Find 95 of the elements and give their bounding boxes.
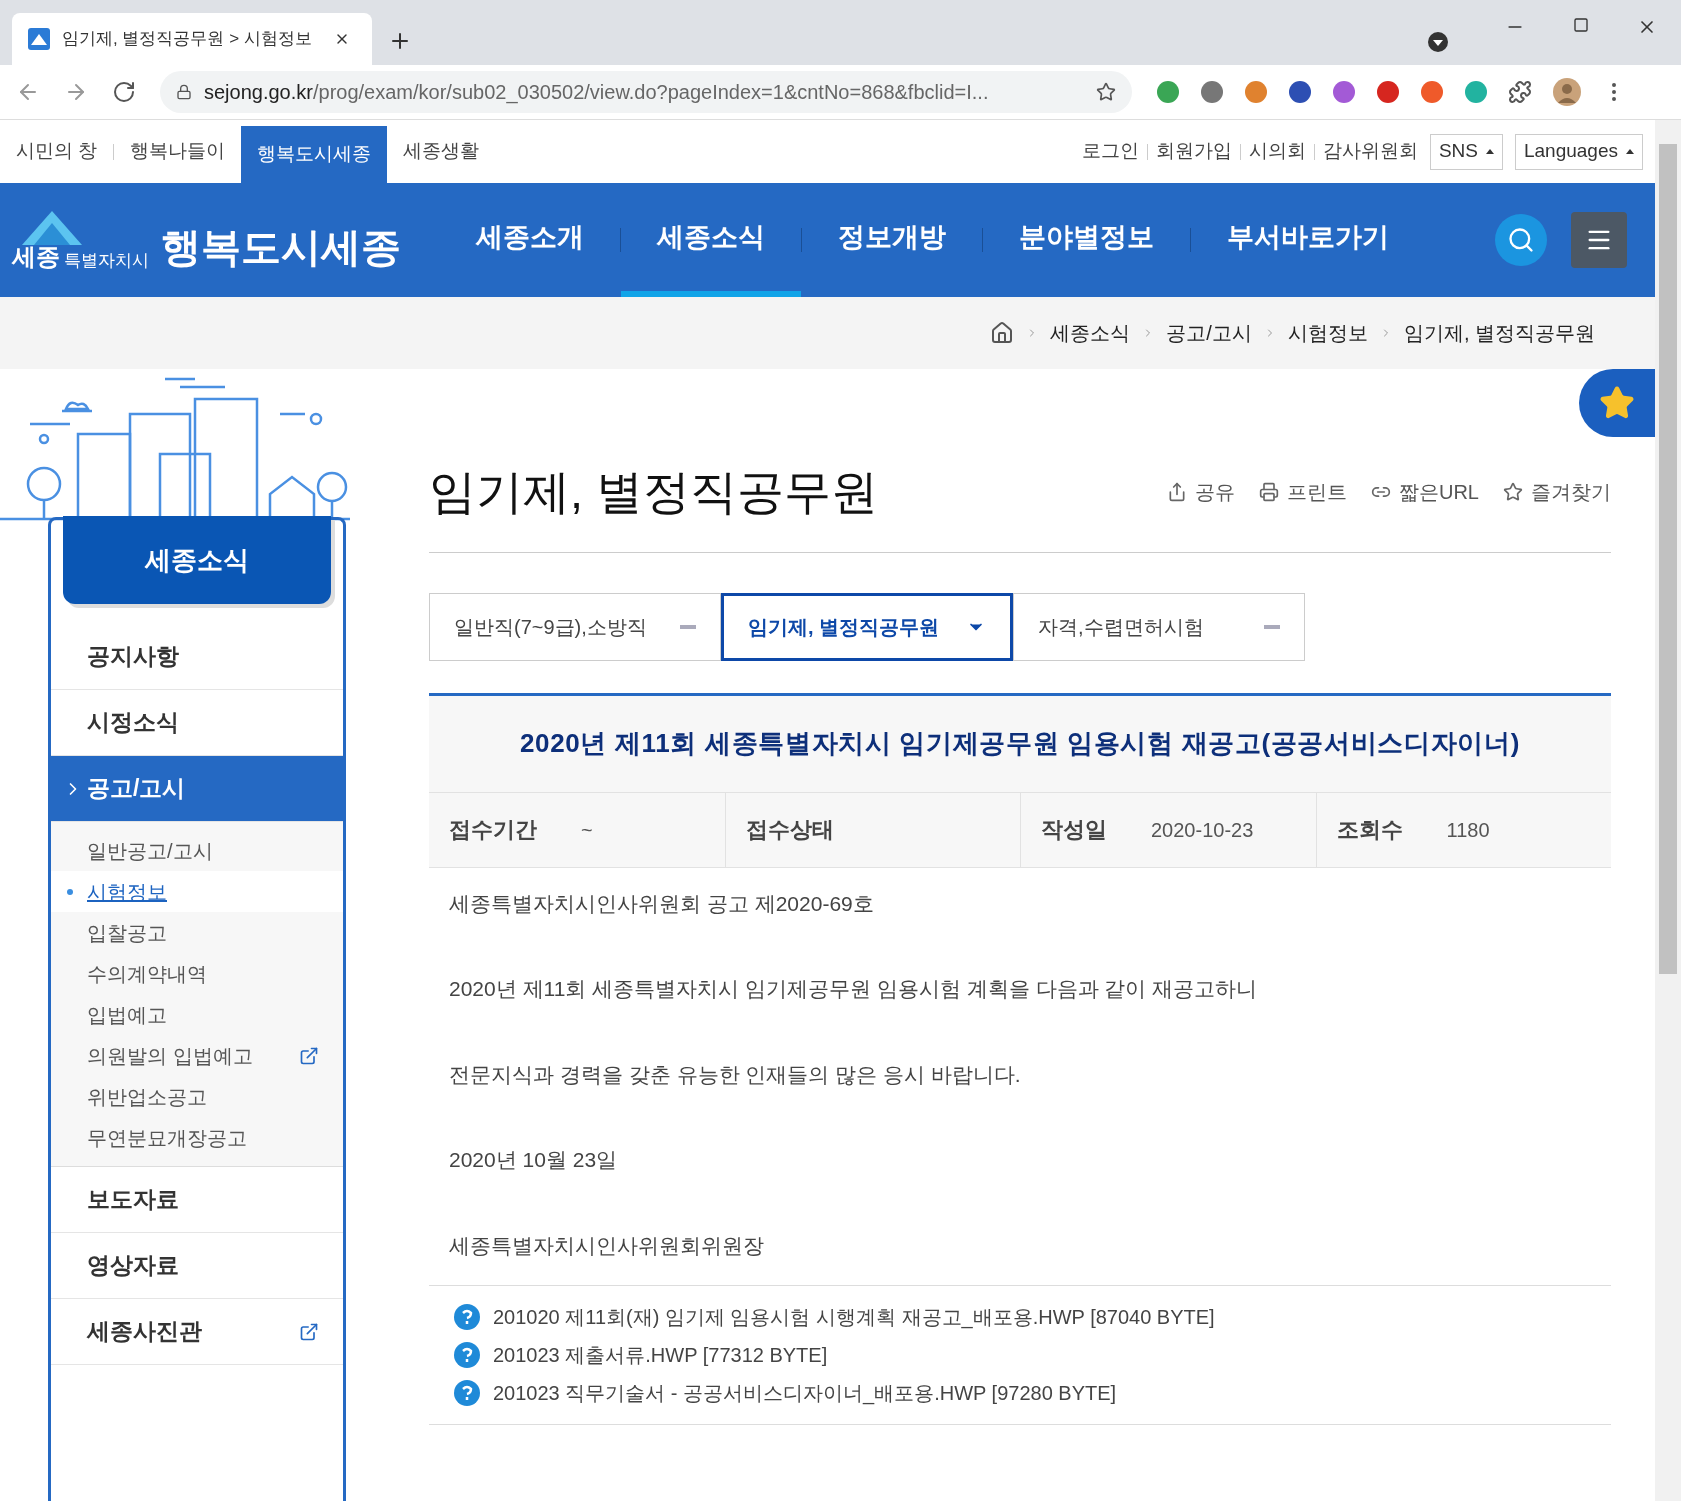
utility-link[interactable]: 감사위원회: [1322, 137, 1418, 166]
logo-text: 세종: [12, 245, 60, 269]
meta-value: ~: [581, 817, 593, 843]
attachment-link[interactable]: 201023 직무기술서 - 공공서비스디자이너_배포용.HWP [97280 BYTE]: [453, 1378, 1587, 1408]
site-name: 행복도시세종: [161, 227, 401, 267]
extension-icon[interactable]: [1376, 80, 1400, 104]
tab-title: 임기제, 별정직공무원 > 시험정보: [62, 28, 313, 51]
top-link[interactable]: 시민의 창: [0, 137, 114, 166]
page-tool-link[interactable]: 즐겨찾기: [1503, 477, 1611, 508]
meta-label: 조회수: [1336, 816, 1403, 844]
sidebar-subitem[interactable]: 입찰공고: [51, 912, 343, 953]
address-field[interactable]: sejong.go.kr/prog/exam/kor/sub02_030502/view.do?pageIndex=1&cntNo=868&fbclid=I...: [160, 71, 1132, 113]
category-tab[interactable]: 일반직(7~9급),소방직: [429, 592, 721, 661]
utility-link[interactable]: 시의회: [1248, 137, 1306, 166]
sidebar-subitem[interactable]: 무연분묘개장공고: [51, 1117, 343, 1158]
top-link[interactable]: 세종생활: [387, 137, 496, 166]
sidebar-subitem[interactable]: 일반공고/고시: [51, 830, 343, 871]
category-tab[interactable]: 자격,수렵면허시험: [1013, 592, 1305, 661]
breadcrumb-link[interactable]: 공고/고시: [1166, 318, 1252, 348]
breadcrumb-link[interactable]: 임기제, 별정직공무원: [1403, 318, 1595, 348]
post-title: 2020년 제11회 세종특별자치시 임기제공무원 임용시험 재공고(공공서비스디자이너): [520, 727, 1520, 760]
sidebar-item[interactable]: 보도자료: [51, 1167, 343, 1233]
sidebar-item[interactable]: 공고/고시: [51, 756, 343, 822]
extension-icon[interactable]: [1200, 80, 1224, 104]
dropdown-button[interactable]: Languages: [1514, 133, 1643, 170]
caret-icon: [1626, 149, 1634, 154]
extension-icon[interactable]: [1332, 80, 1356, 104]
sidebar-item[interactable]: 세종사진관: [51, 1299, 343, 1365]
logo-subtext: 특별자치시: [64, 252, 149, 269]
share-icon: [1167, 482, 1187, 503]
favorite-button[interactable]: [1579, 369, 1655, 437]
extensions-icon[interactable]: [1508, 80, 1532, 104]
dropdown-button[interactable]: SNS: [1429, 133, 1503, 170]
sidebar-item[interactable]: 공지사항: [51, 624, 343, 690]
home-icon[interactable]: [990, 321, 1015, 345]
profile-menu-icon[interactable]: [1427, 31, 1449, 53]
utility-link[interactable]: 로그인: [1081, 137, 1139, 166]
body-paragraph: 2020년 제11회 세종특별자치시 임기제공무원 임용시험 계획을 다음과 같이 재공고하니: [449, 976, 1258, 1002]
attachment-link[interactable]: 201023 제출서류.HWP [77312 BYTE]: [453, 1340, 1587, 1370]
url-text: sejong.go.kr/prog/exam/kor/sub02_030502/view.do?pageIndex=1&cntNo=868&fbclid=I...: [204, 80, 990, 106]
utility-link[interactable]: 회원가입: [1155, 137, 1232, 166]
bullet-icon: [67, 888, 73, 895]
search-button[interactable]: [1495, 214, 1547, 266]
lock-icon: [176, 84, 192, 100]
extension-icon[interactable]: [1156, 80, 1180, 104]
top-link[interactable]: 행복나들이: [114, 137, 242, 166]
dash-icon: [680, 624, 696, 629]
avatar-icon[interactable]: [1552, 77, 1582, 107]
bookmark-star-icon[interactable]: [1096, 82, 1116, 102]
nav-item[interactable]: 분야별정보: [983, 183, 1190, 297]
breadcrumb-link[interactable]: 세종소식: [1050, 318, 1131, 348]
top-link[interactable]: 행복도시세종: [241, 126, 388, 183]
page-tool-link[interactable]: 짧은URL: [1371, 477, 1479, 508]
body-paragraph: 세종특별자치시인사위원회 공고 제2020-69호: [449, 890, 874, 917]
body-paragraph: 세종특별자치시인사위원회위원장: [449, 1232, 764, 1259]
body-paragraph: 2020년 10월 23일: [449, 1147, 618, 1173]
sidebar-subitem[interactable]: 시험정보: [51, 871, 343, 912]
meta-label: 작성일: [1041, 816, 1107, 844]
meta-label: 접수기간: [449, 816, 537, 844]
breadcrumb-link[interactable]: 시험정보: [1287, 318, 1368, 348]
sidebar-item[interactable]: 영상자료: [51, 1233, 343, 1299]
meta-value: 1180: [1446, 817, 1490, 843]
menu-button[interactable]: [1571, 212, 1627, 268]
star-icon: [1599, 385, 1635, 421]
extension-icon[interactable]: [1288, 80, 1312, 104]
nav-item[interactable]: 부서바로가기: [1191, 183, 1425, 297]
caret-icon: [1485, 149, 1494, 154]
maximize-icon[interactable]: [1573, 17, 1589, 33]
browser-tab[interactable]: 임기제, 별정직공무원 > 시험정보: [12, 13, 372, 65]
page-tool-link[interactable]: 프린트: [1259, 477, 1347, 508]
sidebar-subitem[interactable]: 위반업소공고: [51, 1076, 343, 1117]
sidebar-title: 세종소식: [145, 543, 249, 577]
printer-icon: [1259, 482, 1279, 503]
external-link-icon: [299, 1321, 319, 1342]
nav-item[interactable]: 정보개방: [802, 183, 982, 297]
meta-value: 2020-10-23: [1151, 817, 1254, 843]
attachment-link[interactable]: 201020 제11회(재) 임기제 임용시험 시행계획 재공고_배포용.HWP [87040 BYTE]: [453, 1302, 1587, 1332]
dash-icon: [1264, 624, 1280, 629]
meta-label: 접수상태: [745, 816, 834, 844]
sidebar-subitem[interactable]: 수의계약내역: [51, 953, 343, 994]
site-favicon-icon: [28, 28, 50, 50]
sidebar-subitem[interactable]: 입법예고: [51, 994, 343, 1035]
nav-item[interactable]: 세종소개: [440, 183, 620, 297]
scrollbar-thumb[interactable]: [1659, 144, 1677, 974]
page-tool-link[interactable]: 공유: [1167, 477, 1235, 508]
extension-icon[interactable]: [1420, 80, 1444, 104]
reload-icon[interactable]: [112, 80, 136, 104]
external-link-icon: [299, 1045, 319, 1066]
body-paragraph: 전문지식과 경력을 갖춘 유능한 인재들의 많은 응시 바랍니다.: [449, 1061, 1021, 1088]
star-icon: [1503, 482, 1523, 503]
scrollbar[interactable]: [1655, 120, 1681, 1501]
category-tab[interactable]: 임기제, 별정직공무원: [721, 592, 1013, 661]
search-icon: [1507, 226, 1535, 254]
page-title: 임기제, 별정직공무원: [429, 464, 879, 520]
sidebar-subitem[interactable]: 의원발의 입법예고: [51, 1035, 343, 1076]
